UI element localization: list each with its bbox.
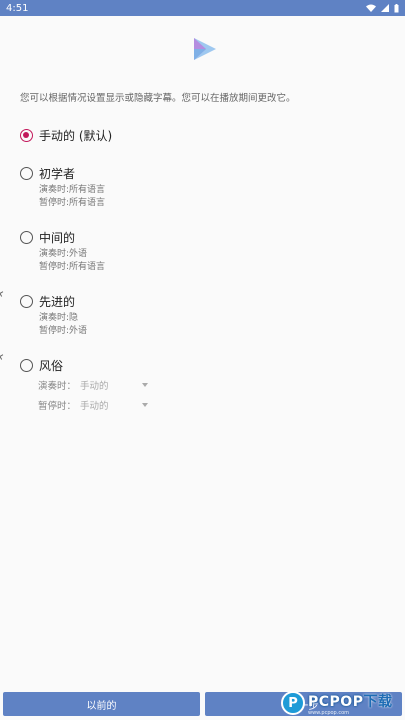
option-advanced-details: 演奏时: 隐 暂停时: 外语 [39,312,87,338]
option-advanced-title: 先进的 [39,295,76,309]
custom-playing-label: 演奏时： [38,381,77,392]
option-advanced[interactable]: 先进的 演奏时: 隐 暂停时: 外语 [20,293,87,338]
edge-mark [0,291,5,297]
custom-playing-value: 手动的 [80,381,109,392]
status-time: 4:51 [6,2,29,14]
custom-paused-value: 手动的 [80,401,109,412]
option-intermediate[interactable]: 中间的 演奏时: 外语 暂停时: 所有语言 [20,229,105,274]
option-intermediate-details: 演奏时: 外语 暂停时: 所有语言 [39,248,105,274]
option-beginner-details: 演奏时: 所有语言 暂停时: 所有语言 [39,184,105,210]
cellular-icon [381,4,389,12]
detail-label: 暂停时: [39,326,70,336]
option-beginner-title: 初学者 [39,167,76,181]
detail-label: 暂停时: [39,198,70,208]
status-bar: 4:51 [0,0,405,16]
option-beginner[interactable]: 初学者 演奏时: 所有语言 暂停时: 所有语言 [20,165,105,210]
radio-advanced[interactable] [20,295,33,308]
radio-beginner[interactable] [20,167,33,180]
detail-value: 所有语言 [69,262,106,272]
detail-value: 隐 [69,313,79,323]
wifi-icon [366,4,376,12]
radio-intermediate[interactable] [20,231,33,244]
custom-playing-select[interactable]: 演奏时： 手动的 [38,378,148,392]
intro-text: 您可以根据情况设置显示或隐藏字幕。您可以在播放期间更改它。 [20,93,296,104]
option-manual[interactable]: 手动的 (默认) [20,127,112,144]
option-custom[interactable]: 风俗 [20,357,63,374]
next-button[interactable]: 下一步 [205,692,402,716]
option-intermediate-title: 中间的 [39,231,76,245]
detail-label: 演奏时: [39,313,70,323]
battery-icon [394,3,399,12]
detail-value: 所有语言 [69,198,106,208]
option-manual-title: 手动的 (默认) [39,129,113,143]
detail-label: 演奏时: [39,185,70,195]
radio-manual[interactable] [20,129,33,142]
detail-label: 暂停时: [39,262,70,272]
chevron-down-icon [142,383,148,387]
radio-custom[interactable] [20,359,33,372]
detail-value: 所有语言 [69,185,106,195]
chevron-down-icon [142,403,148,407]
app-logo-icon [194,38,216,60]
detail-label: 演奏时: [39,249,70,259]
custom-paused-select[interactable]: 暂停时： 手动的 [38,398,148,412]
detail-value: 外语 [69,326,88,336]
custom-paused-label: 暂停时： [38,401,77,412]
edge-mark [0,354,5,360]
detail-value: 外语 [69,249,88,259]
status-icons [366,3,399,13]
previous-button[interactable]: 以前的 [3,692,200,716]
option-custom-title: 风俗 [39,359,64,373]
